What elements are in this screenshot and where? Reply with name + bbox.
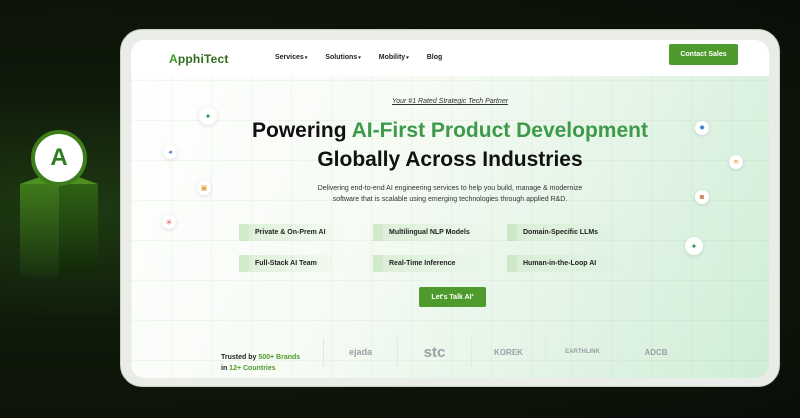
feature-item: Domain-Specific LLMs <box>507 224 625 241</box>
hero-tagline[interactable]: Your #1 Rated Strategic Tech Partner <box>131 98 769 105</box>
menu-item-mobility[interactable]: Mobility▾ <box>379 54 409 61</box>
headline-highlight: AI-First Product Development <box>351 119 648 142</box>
trusted-brands-bar: Trusted by 500+ Brands in 12+ Countries … <box>131 326 769 378</box>
headline-line-2: Globally Across Industries <box>317 148 583 171</box>
contact-sales-button[interactable]: Contact Sales <box>669 44 738 65</box>
brand-logo-stc: stc <box>397 338 471 366</box>
brand-badge-icon: A <box>31 130 87 186</box>
menu-item-services[interactable]: Services▾ <box>275 54 307 61</box>
feature-item: Human-in-the-Loop AI <box>507 255 625 272</box>
asterisk-icon: ✳ <box>162 215 176 229</box>
feature-item: Full-Stack AI Team <box>239 255 347 272</box>
chevron-down-icon: ▾ <box>406 55 409 61</box>
brand-logo-initial: A <box>169 52 178 66</box>
sparkle-icon: ✦ <box>685 237 703 255</box>
feature-item: Real-Time Inference <box>373 255 493 272</box>
decor-cube <box>20 170 98 280</box>
menu-item-blog[interactable]: Blog <box>427 54 443 61</box>
brand-logo[interactable]: ApphiTect <box>169 52 229 66</box>
chevron-down-icon: ▾ <box>358 55 361 61</box>
hero-subtitle: Delivering end-to-end AI engineering ser… <box>317 185 583 203</box>
top-nav: ApphiTect Services▾ Solutions▾ Mobility▾… <box>131 40 769 76</box>
trusted-text: Trusted by 500+ Brands in 12+ Countries <box>221 354 301 372</box>
browser-frame: ApphiTect Services▾ Solutions▾ Mobility▾… <box>120 29 780 387</box>
feature-item: Private & On-Prem AI <box>239 224 347 241</box>
website-screen: ApphiTect Services▾ Solutions▾ Mobility▾… <box>131 40 769 378</box>
brand-logo-text: pphiTect <box>177 52 229 66</box>
brand-logo-korek: KOREK <box>471 338 545 366</box>
main-menu: Services▾ Solutions▾ Mobility▾ Blog <box>275 54 442 61</box>
lets-talk-ai-button[interactable]: Let's Talk AI * <box>419 287 486 307</box>
chevron-down-icon: ▾ <box>304 55 308 61</box>
brand-logo-ejada: ejada <box>323 338 397 366</box>
menu-item-solutions[interactable]: Solutions▾ <box>325 54 360 61</box>
brand-logo-earthlink: EARTHLINK <box>545 338 619 366</box>
feature-item: Multilingual NLP Models <box>373 224 493 241</box>
brand-logo-adcb: ADCB <box>619 338 693 366</box>
hero-headline: Powering AI-First Product Development Gl… <box>131 116 769 174</box>
brand-badge-letter: A <box>50 144 68 171</box>
